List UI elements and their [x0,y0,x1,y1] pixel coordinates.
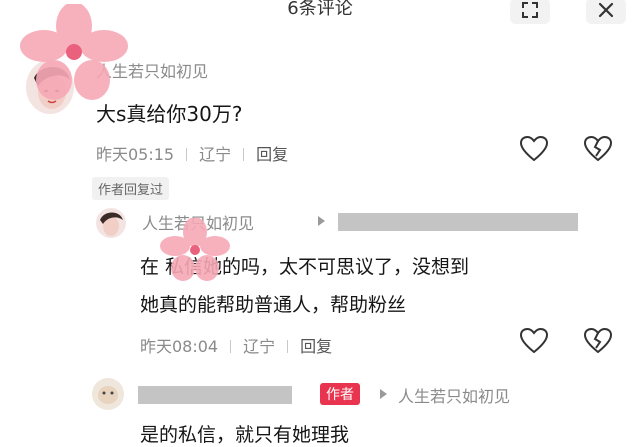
close-icon [598,2,614,18]
comment-location: 辽宁 [199,145,232,164]
divider [243,148,245,161]
reply-button[interactable]: 回复 [300,337,332,356]
like-button[interactable] [520,328,548,354]
broken-heart-icon [584,136,612,162]
author-badge: 作者 [320,383,360,405]
reply-arrow-icon [380,389,387,399]
comment-location: 辽宁 [243,337,276,356]
comment-meta: 昨天05:15 辽宁 回复 [96,141,288,165]
heart-icon [520,328,548,354]
commenter-avatar[interactable] [92,378,124,410]
heart-icon [520,136,548,162]
reply-to-nickname[interactable]: 人生若只如初见 [398,383,510,407]
flower-sticker-icon [20,2,128,104]
broken-heart-icon [584,328,612,354]
dislike-button[interactable] [584,136,612,162]
flower-sticker-icon [160,217,230,286]
comment-text: 她真的能帮助普通人，帮助粉丝 [140,294,407,316]
comment-time: 昨天05:15 [96,145,175,164]
divider [186,148,188,161]
dislike-button[interactable] [584,328,612,354]
comment-time: 昨天08:04 [140,337,219,356]
author-replied-badge: 作者回复过 [92,177,170,200]
comment-meta: 昨天08:04 辽宁 回复 [140,333,332,357]
commenter-avatar[interactable] [96,208,126,238]
reply-button[interactable]: 回复 [256,145,288,164]
divider [287,340,289,353]
reply-arrow-icon [318,216,325,226]
close-button[interactable] [586,0,626,24]
expand-button[interactable] [510,0,550,24]
divider [230,340,232,353]
expand-icon [522,2,538,18]
like-button[interactable] [520,136,548,162]
redacted-name [338,213,578,231]
redacted-name [138,386,292,404]
